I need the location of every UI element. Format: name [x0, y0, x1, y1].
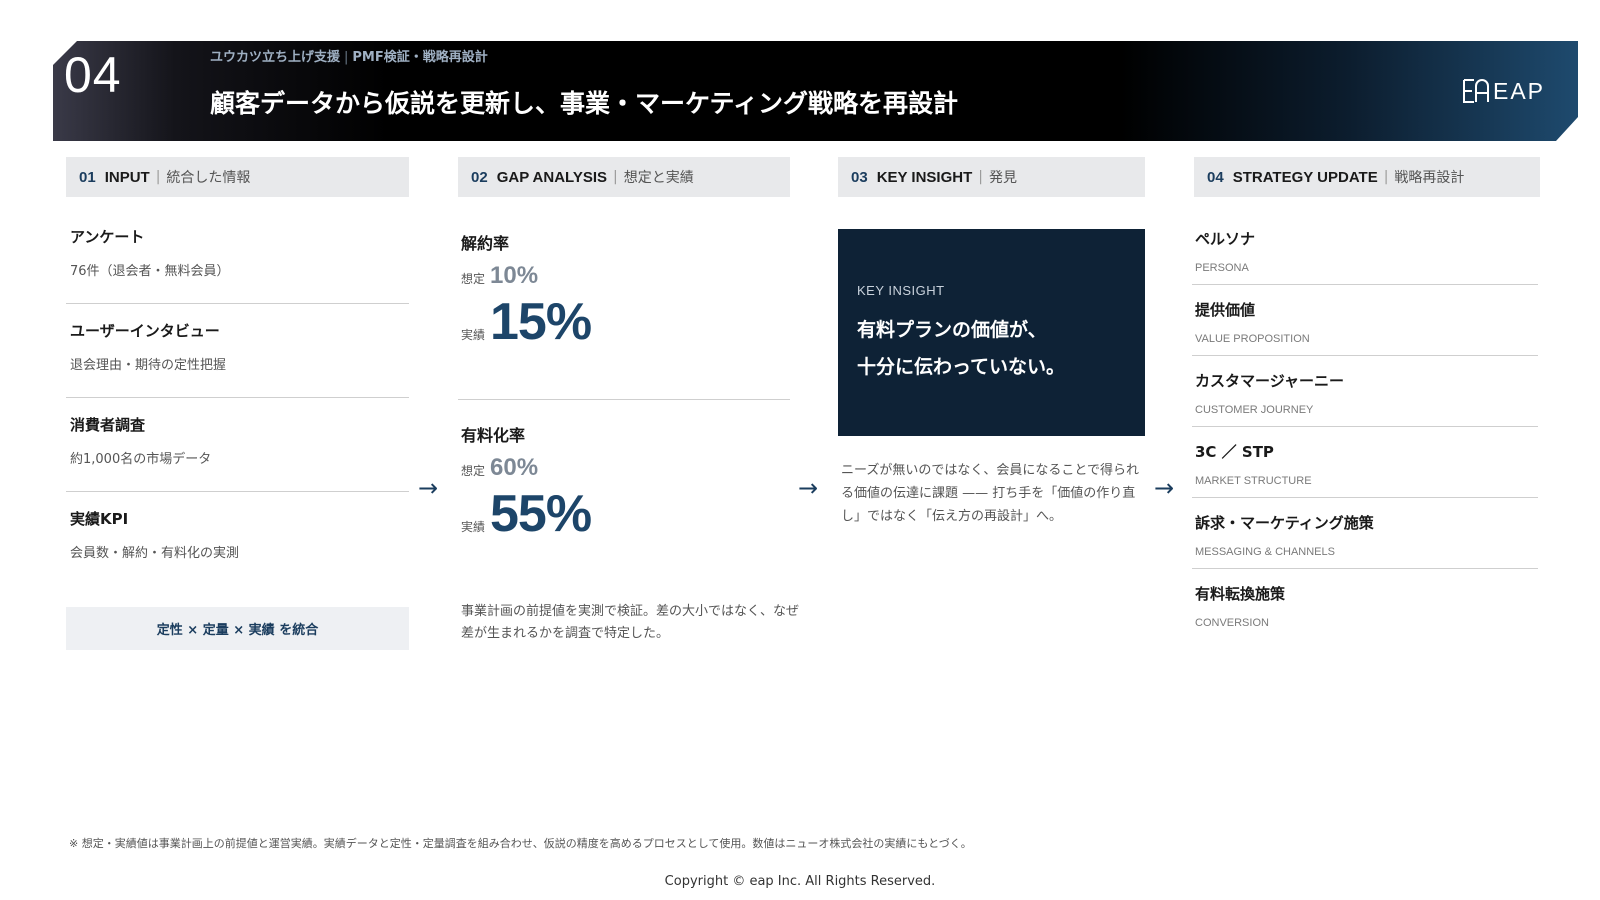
column-number: 04 [1207, 168, 1224, 186]
strategy-subtitle: CUSTOMER JOURNEY [1195, 404, 1314, 416]
strategy-title: 3C ／ STP [1195, 443, 1274, 461]
input-title: アンケート [70, 228, 145, 246]
column-title-jp: 発見 [988, 170, 1017, 186]
subtitle-topic: PMF検証・戦略再設計 [352, 50, 488, 65]
integrate-badge: 定性 × 定量 × 実績 を統合 [66, 607, 409, 650]
column-header-strategy-update: 04 STRATEGY UPDATE | 戦略再設計 [1194, 157, 1540, 197]
input-item-kpi: 実績KPI 会員数・解約・有料化の実測 [66, 492, 409, 586]
strategy-title: ペルソナ [1195, 230, 1256, 248]
planned-row: 想定 60% [458, 454, 790, 482]
input-description: 約1,000名の市場データ [70, 452, 212, 467]
planned-key: 想定 [461, 464, 486, 478]
column-separator: | [978, 169, 983, 185]
strategy-item-conversion: 有料転換施策 CONVERSION [1192, 569, 1538, 640]
strategy-subtitle: CONVERSION [1195, 617, 1269, 629]
insight-line: 有料プランの価値が、 [857, 319, 1047, 341]
column-title-en: KEY INSIGHT [876, 168, 973, 186]
gap-note: 事業計画の前提値を実測で検証。差の大小ではなく、なぜ差が生まれるかを調査で特定し… [461, 604, 800, 641]
input-title: ユーザーインタビュー [70, 322, 220, 340]
column-number: 02 [471, 168, 488, 186]
actual-key: 実績 [461, 520, 486, 534]
gap-metric-churn: 解約率 想定 10% 実績 15% [458, 230, 790, 352]
copyright: Copyright © eap Inc. All Rights Reserved… [664, 874, 936, 889]
actual-key: 実績 [461, 328, 486, 342]
input-description: 76件（退会者・無料会員） [70, 264, 230, 279]
planned-value: 60% [490, 454, 539, 481]
subtitle-separator: | [344, 50, 349, 65]
column-header-input: 01 INPUT | 統合した情報 [66, 157, 409, 197]
key-insight-card: KEY INSIGHT 有料プランの価値が、 十分に伝わっていない。 [838, 229, 1145, 436]
column-number: 03 [851, 168, 868, 186]
column-title-jp: 戦略再設計 [1394, 170, 1465, 186]
column-title-jp: 統合した情報 [166, 170, 251, 186]
metric-label: 有料化率 [461, 426, 526, 445]
column-title-en: INPUT [104, 168, 150, 186]
input-description: 退会理由・期待の定性把握 [70, 358, 227, 373]
column-number: 01 [79, 168, 96, 186]
actual-row: 実績 55% [458, 484, 790, 544]
gap-metric-conversion: 有料化率 想定 60% 実績 55% [458, 422, 790, 544]
column-header-key-insight: 03 KEY INSIGHT | 発見 [838, 157, 1145, 197]
eap-logo-icon [1463, 79, 1489, 103]
insight-message: 有料プランの価値が、 十分に伝わっていない。 [857, 312, 1145, 386]
eap-logo: EAP [1460, 76, 1545, 106]
input-list: アンケート 76件（退会者・無料会員） ユーザーインタビュー 退会理由・期待の定… [66, 210, 409, 586]
subtitle-project: ユウカツ立ち上げ支援 [210, 50, 341, 65]
actual-row: 実績 15% [458, 292, 790, 352]
input-title: 消費者調査 [70, 416, 146, 434]
insight-label: KEY INSIGHT [857, 283, 945, 298]
section-number: 04 [64, 47, 122, 103]
arrow-right-icon: → [798, 474, 819, 502]
strategy-item-customer-journey: カスタマージャーニー CUSTOMER JOURNEY [1192, 356, 1538, 427]
header-subtitle: ユウカツ立ち上げ支援 | PMF検証・戦略再設計 [210, 46, 488, 65]
actual-value: 15% [490, 293, 592, 351]
strategy-subtitle: MESSAGING & CHANNELS [1195, 546, 1335, 558]
input-item-user-interview: ユーザーインタビュー 退会理由・期待の定性把握 [66, 304, 409, 398]
column-title-jp: 想定と実績 [623, 170, 694, 186]
footnote: ※ 想定・実績値は事業計画上の前提値と運営実績。実績データと定性・定量調査を組み… [69, 837, 972, 850]
column-title-en: STRATEGY UPDATE [1232, 168, 1378, 186]
strategy-item-persona: ペルソナ PERSONA [1192, 214, 1538, 285]
strategy-title: 訴求・マーケティング施策 [1195, 514, 1374, 532]
column-header-gap-analysis: 02 GAP ANALYSIS | 想定と実績 [458, 157, 790, 197]
input-item-survey: アンケート 76件（退会者・無料会員） [66, 210, 409, 304]
strategy-title: 有料転換施策 [1195, 585, 1286, 603]
column-title-en: GAP ANALYSIS [496, 168, 607, 186]
strategy-subtitle: PERSONA [1195, 262, 1249, 274]
strategy-subtitle: VALUE PROPOSITION [1195, 333, 1310, 345]
strategy-item-market-structure: 3C ／ STP MARKET STRUCTURE [1192, 427, 1538, 498]
column-separator: | [155, 169, 161, 185]
arrow-right-icon: → [418, 474, 439, 502]
insight-line: 十分に伝わっていない。 [857, 356, 1066, 378]
column-separator: | [1383, 169, 1389, 185]
strategy-subtitle: MARKET STRUCTURE [1195, 475, 1312, 487]
input-description: 会員数・解約・有料化の実測 [70, 546, 240, 561]
page-title: 顧客データから仮説を更新し、事業・マーケティング戦略を再設計 [210, 89, 959, 118]
planned-value: 10% [490, 262, 539, 289]
logo-text: EAP [1493, 77, 1546, 104]
strategy-title: カスタマージャーニー [1195, 372, 1344, 390]
input-title: 実績KPI [70, 510, 129, 528]
gap-divider [458, 399, 790, 400]
column-separator: | [613, 169, 618, 185]
strategy-item-value-proposition: 提供価値 VALUE PROPOSITION [1192, 285, 1538, 356]
insight-note: ニーズが無いのではなく、会員になることで得られる価値の伝達に課題 —— 打ち手を… [841, 463, 1139, 524]
actual-value: 55% [490, 485, 592, 543]
strategy-title: 提供価値 [1195, 301, 1256, 319]
strategy-list: ペルソナ PERSONA 提供価値 VALUE PROPOSITION カスタマ… [1192, 214, 1538, 640]
strategy-item-messaging: 訴求・マーケティング施策 MESSAGING & CHANNELS [1192, 498, 1538, 569]
planned-row: 想定 10% [458, 262, 790, 290]
arrow-right-icon: → [1154, 474, 1175, 502]
input-item-consumer-research: 消費者調査 約1,000名の市場データ [66, 398, 409, 492]
planned-key: 想定 [461, 272, 486, 286]
metric-label: 解約率 [461, 234, 510, 253]
